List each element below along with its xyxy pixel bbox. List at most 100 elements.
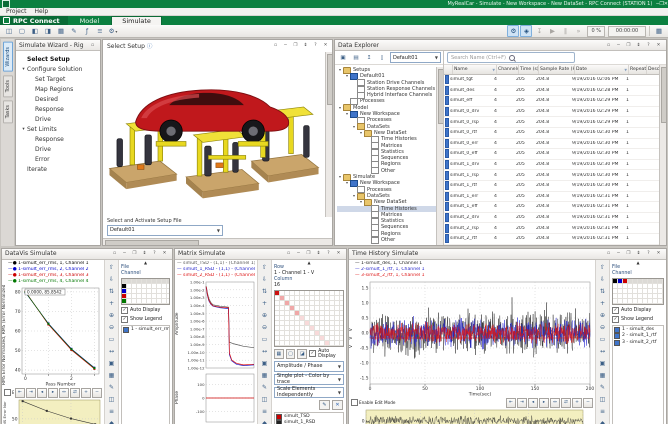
grid-cell[interactable] bbox=[663, 289, 664, 294]
swap-traces-icon[interactable]: ⇅ bbox=[258, 286, 271, 298]
pan-icon[interactable]: ↔ bbox=[105, 346, 118, 358]
scaling-select[interactable]: Scale Elements Independently▼ bbox=[274, 387, 344, 398]
zoom-out-icon[interactable]: ⊖ bbox=[258, 322, 271, 334]
table-row[interactable]: simult_des4205204.89/19/2016 02:28 PM1 bbox=[444, 86, 659, 97]
datavis-overview-chart[interactable]: 5002 bbox=[9, 398, 103, 424]
channel-selector-grid[interactable] bbox=[612, 278, 664, 305]
move-up-icon[interactable]: ⇧ bbox=[105, 262, 118, 274]
table-row[interactable]: simult_1_rsp4205204.89/19/2016 02:30 PM1 bbox=[444, 170, 659, 181]
pin-icon[interactable]: ↨ bbox=[634, 249, 643, 258]
signature-icon[interactable]: ✎ bbox=[68, 25, 80, 37]
maximize-icon[interactable]: ❐ bbox=[624, 41, 633, 50]
table-row[interactable]: simult_0_drv4205204.89/19/2016 02:29 PM1 bbox=[444, 107, 659, 118]
wizard-step-desired[interactable]: Desired bbox=[18, 95, 98, 105]
trace-list-item[interactable]: 1 - simult_err_rms bbox=[123, 327, 168, 334]
column-header-times[interactable]: Time (s)▼ bbox=[519, 65, 539, 74]
wizard-step-error[interactable]: Error bbox=[18, 155, 98, 165]
table-row[interactable]: simult_1_eff4205204.89/19/2016 02:31 PM1 bbox=[444, 202, 659, 213]
tools-icon[interactable]: ⚙▾ bbox=[107, 25, 119, 37]
add-cursor-icon[interactable]: + bbox=[258, 298, 271, 310]
channel-selector-grid[interactable] bbox=[121, 278, 170, 305]
connect-station-icon[interactable]: ◈ bbox=[520, 25, 532, 37]
move-up-icon[interactable]: ⇧ bbox=[596, 262, 609, 274]
pause-icon[interactable]: ‖ bbox=[559, 25, 571, 37]
wizard-step-response[interactable]: Response bbox=[18, 135, 98, 145]
wizard-step-map-regions[interactable]: Map Regions bbox=[18, 85, 98, 95]
grid-icon[interactable]: ▦ bbox=[258, 370, 271, 382]
matrix-element-grid[interactable] bbox=[274, 290, 344, 347]
nav-button-1[interactable]: ⇥ bbox=[517, 398, 527, 408]
remove-icon[interactable]: ✕ bbox=[332, 400, 343, 410]
grid-cell[interactable] bbox=[663, 284, 664, 289]
settings-icon[interactable]: ◆ bbox=[258, 418, 271, 424]
table-row[interactable]: simult_2_rsp4205204.89/19/2016 02:31 PM1 bbox=[444, 223, 659, 234]
settings-icon[interactable]: ◆ bbox=[105, 418, 118, 424]
column-header-description[interactable]: Description▼ bbox=[647, 65, 659, 74]
maximize-icon[interactable]: ❐ bbox=[304, 249, 313, 258]
nav-button-7[interactable]: − bbox=[92, 388, 102, 398]
nav-button-6[interactable]: + bbox=[572, 398, 582, 408]
grid-header-cell[interactable] bbox=[663, 279, 664, 284]
matrix-cell[interactable] bbox=[340, 341, 344, 346]
pan-icon[interactable]: ↔ bbox=[258, 346, 271, 358]
move-down-icon[interactable]: ⇩ bbox=[596, 274, 609, 286]
nav-button-4[interactable]: ↔ bbox=[59, 388, 69, 398]
grid-cell[interactable] bbox=[663, 294, 664, 299]
time-history-overview-chart[interactable]: 0050100150200 bbox=[356, 408, 586, 424]
grid-cell[interactable] bbox=[663, 299, 664, 304]
setup-file-select[interactable]: Default01▼ bbox=[107, 225, 223, 236]
column-header-date[interactable]: Date▼ bbox=[575, 65, 629, 74]
close-icon[interactable]: ✕ bbox=[160, 249, 169, 258]
overlay-icon[interactable]: ◫ bbox=[105, 394, 118, 406]
table-row[interactable]: simult_0_rtf4205204.89/19/2016 02:30 PM1 bbox=[444, 128, 659, 139]
tree-scrollbar[interactable] bbox=[436, 67, 443, 245]
enable-edit-checkbox[interactable] bbox=[351, 399, 358, 406]
save-icon[interactable]: ◫ bbox=[3, 25, 15, 37]
setup-vertical-scrollbar[interactable] bbox=[325, 52, 332, 217]
overlay-icon[interactable]: ◫ bbox=[258, 394, 271, 406]
table-scrollbar[interactable] bbox=[659, 65, 666, 245]
zoom-in-icon[interactable]: ⊕ bbox=[258, 310, 271, 322]
annotate-icon[interactable]: ✎ bbox=[258, 382, 271, 394]
zoom-in-icon[interactable]: ⊕ bbox=[596, 310, 609, 322]
play-icon[interactable]: ▶ bbox=[546, 25, 558, 37]
menu-project[interactable]: Project bbox=[6, 8, 27, 15]
annotate-icon[interactable]: ✎ bbox=[596, 382, 609, 394]
nav-button-2[interactable]: ◂ bbox=[528, 398, 538, 408]
download-icon[interactable]: ↧ bbox=[533, 25, 545, 37]
zoom-window-icon[interactable]: ▭ bbox=[258, 334, 271, 346]
move-up-icon[interactable]: ⇧ bbox=[258, 262, 271, 274]
connect-run-icon[interactable]: ⚙ bbox=[507, 25, 519, 37]
table-row[interactable]: simult_eff4205204.89/19/2016 02:29 PM1 bbox=[444, 96, 659, 107]
import-file-icon[interactable]: ▣ bbox=[337, 52, 349, 64]
matrix-trace-item[interactable]: simult_1_RSD bbox=[276, 420, 342, 424]
nav-button-5[interactable]: ⇄ bbox=[70, 388, 80, 398]
minimize-icon[interactable]: ─ bbox=[614, 41, 623, 50]
filter-icon[interactable]: ▼ bbox=[492, 68, 495, 72]
wizard-step-drive[interactable]: Drive bbox=[18, 115, 98, 125]
layout-grid-icon[interactable]: ▦ bbox=[55, 25, 67, 37]
expander-icon[interactable]: ▾ bbox=[20, 65, 27, 75]
pan-icon[interactable]: ↔ bbox=[596, 346, 609, 358]
info-icon[interactable]: ⓘ bbox=[147, 42, 153, 50]
nav-button-7[interactable]: − bbox=[583, 398, 593, 408]
layout-vertical-icon[interactable]: ◧ bbox=[29, 25, 41, 37]
dock-icon[interactable]: ▫ bbox=[284, 249, 293, 258]
enable-edit-checkbox[interactable] bbox=[4, 389, 11, 396]
zoom-in-icon[interactable]: ⊕ bbox=[105, 310, 118, 322]
upload-icon[interactable]: ↥ bbox=[363, 52, 375, 64]
dock-icon[interactable]: ▫ bbox=[604, 41, 613, 50]
open-icon[interactable]: ▢ bbox=[16, 25, 28, 37]
full-extent-icon[interactable]: ▣ bbox=[596, 358, 609, 370]
dock-icon[interactable]: ▫ bbox=[271, 41, 280, 50]
table-row[interactable]: simult_2_rtf4205204.89/19/2016 02:31 PM1 bbox=[444, 234, 659, 245]
dock-icon[interactable]: ▫ bbox=[604, 249, 613, 258]
zoom-window-icon[interactable]: ▭ bbox=[105, 334, 118, 346]
close-icon[interactable]: ✕ bbox=[664, 1, 668, 7]
table-row[interactable]: simult_0_eff4205204.89/19/2016 02:30 PM1 bbox=[444, 149, 659, 160]
table-row[interactable]: simult_0_err4205204.89/19/2016 02:30 PM1 bbox=[444, 139, 659, 150]
phase-chart[interactable]: -1000100 bbox=[182, 371, 257, 424]
menu-help[interactable]: Help bbox=[35, 8, 49, 15]
table-row[interactable]: simult_1_rtf4205204.89/19/2016 02:30 PM1 bbox=[444, 181, 659, 192]
nav-button-6[interactable]: + bbox=[81, 388, 91, 398]
